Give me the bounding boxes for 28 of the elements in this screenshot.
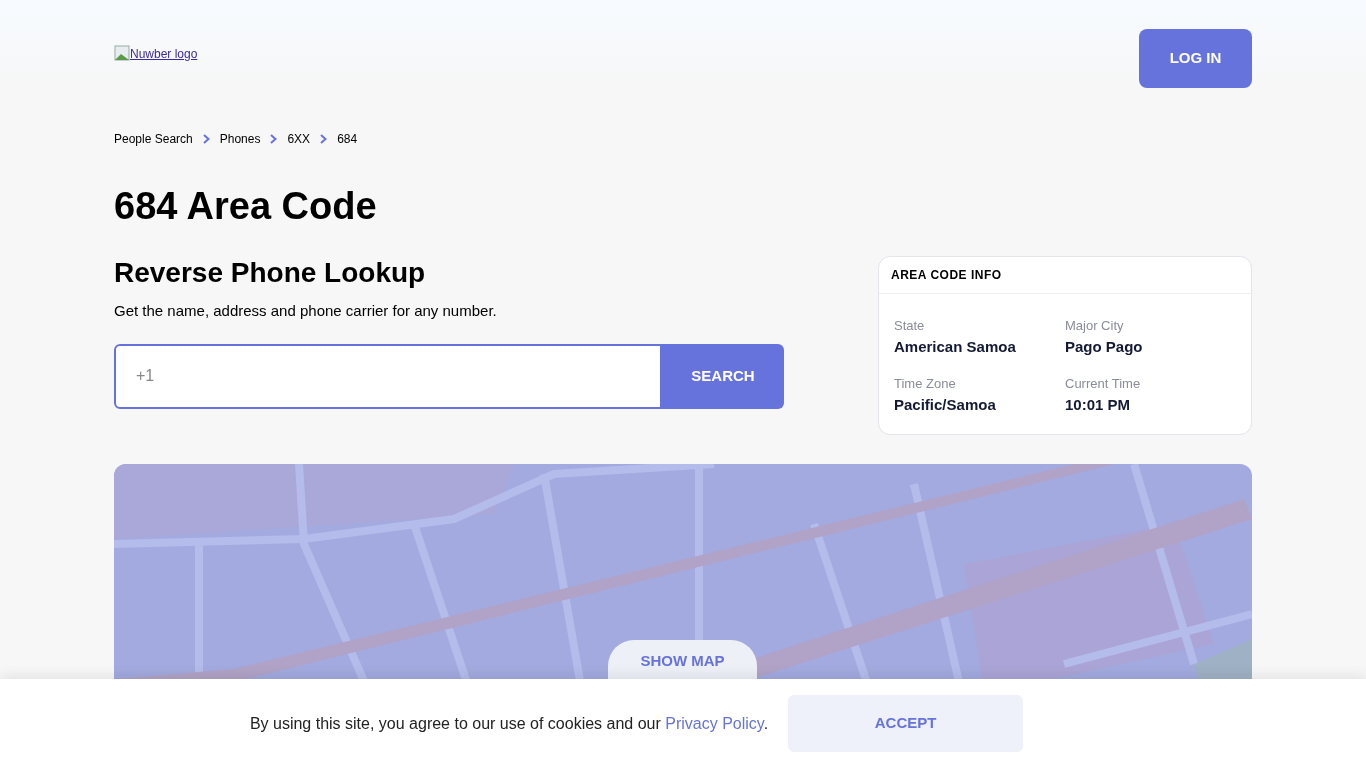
breadcrumb-link[interactable]: 6XX [287,130,311,148]
field-value: Pacific/Samoa [894,394,997,415]
phone-input-field[interactable]: +1 [114,343,662,409]
chevron-right-icon [320,134,328,144]
broken-image-icon [114,45,130,61]
field-value: American Samoa [894,336,1017,357]
login-button[interactable]: LOG IN [1139,29,1252,88]
field-label: State [894,317,926,335]
search-button[interactable]: SEARCH [662,343,784,409]
page-title: 684 Area Code [114,184,378,229]
field-value: 10:01 PM [1065,394,1132,415]
accept-button[interactable]: ACCEPT [788,695,1024,752]
breadcrumb-link[interactable]: 684 [337,130,358,148]
field-value: Pago Pago [1065,336,1144,357]
cookie-notice: By using this site, you agree to our use of cookies and our Privacy Policy. [249,713,769,734]
privacy-policy-link[interactable]: Privacy Policy [665,714,764,732]
field-label: Major City [1065,317,1125,335]
show-map-button[interactable]: SHOW MAP [608,640,757,679]
info-card-title: AREA CODE INFO [879,257,1251,294]
breadcrumb-link[interactable]: Phones [219,130,261,148]
field-label: Time Zone [894,375,957,393]
field-label: Current Time [1065,375,1142,393]
breadcrumb-link[interactable]: People Search [114,130,193,148]
section-heading: Reverse Phone Lookup [114,256,427,290]
chevron-right-icon [202,134,210,144]
chevron-right-icon [270,134,278,144]
logo-link[interactable]: Nuwber logo [114,45,198,63]
section-subtitle: Get the name, address and phone carrier for any number. [114,301,498,321]
